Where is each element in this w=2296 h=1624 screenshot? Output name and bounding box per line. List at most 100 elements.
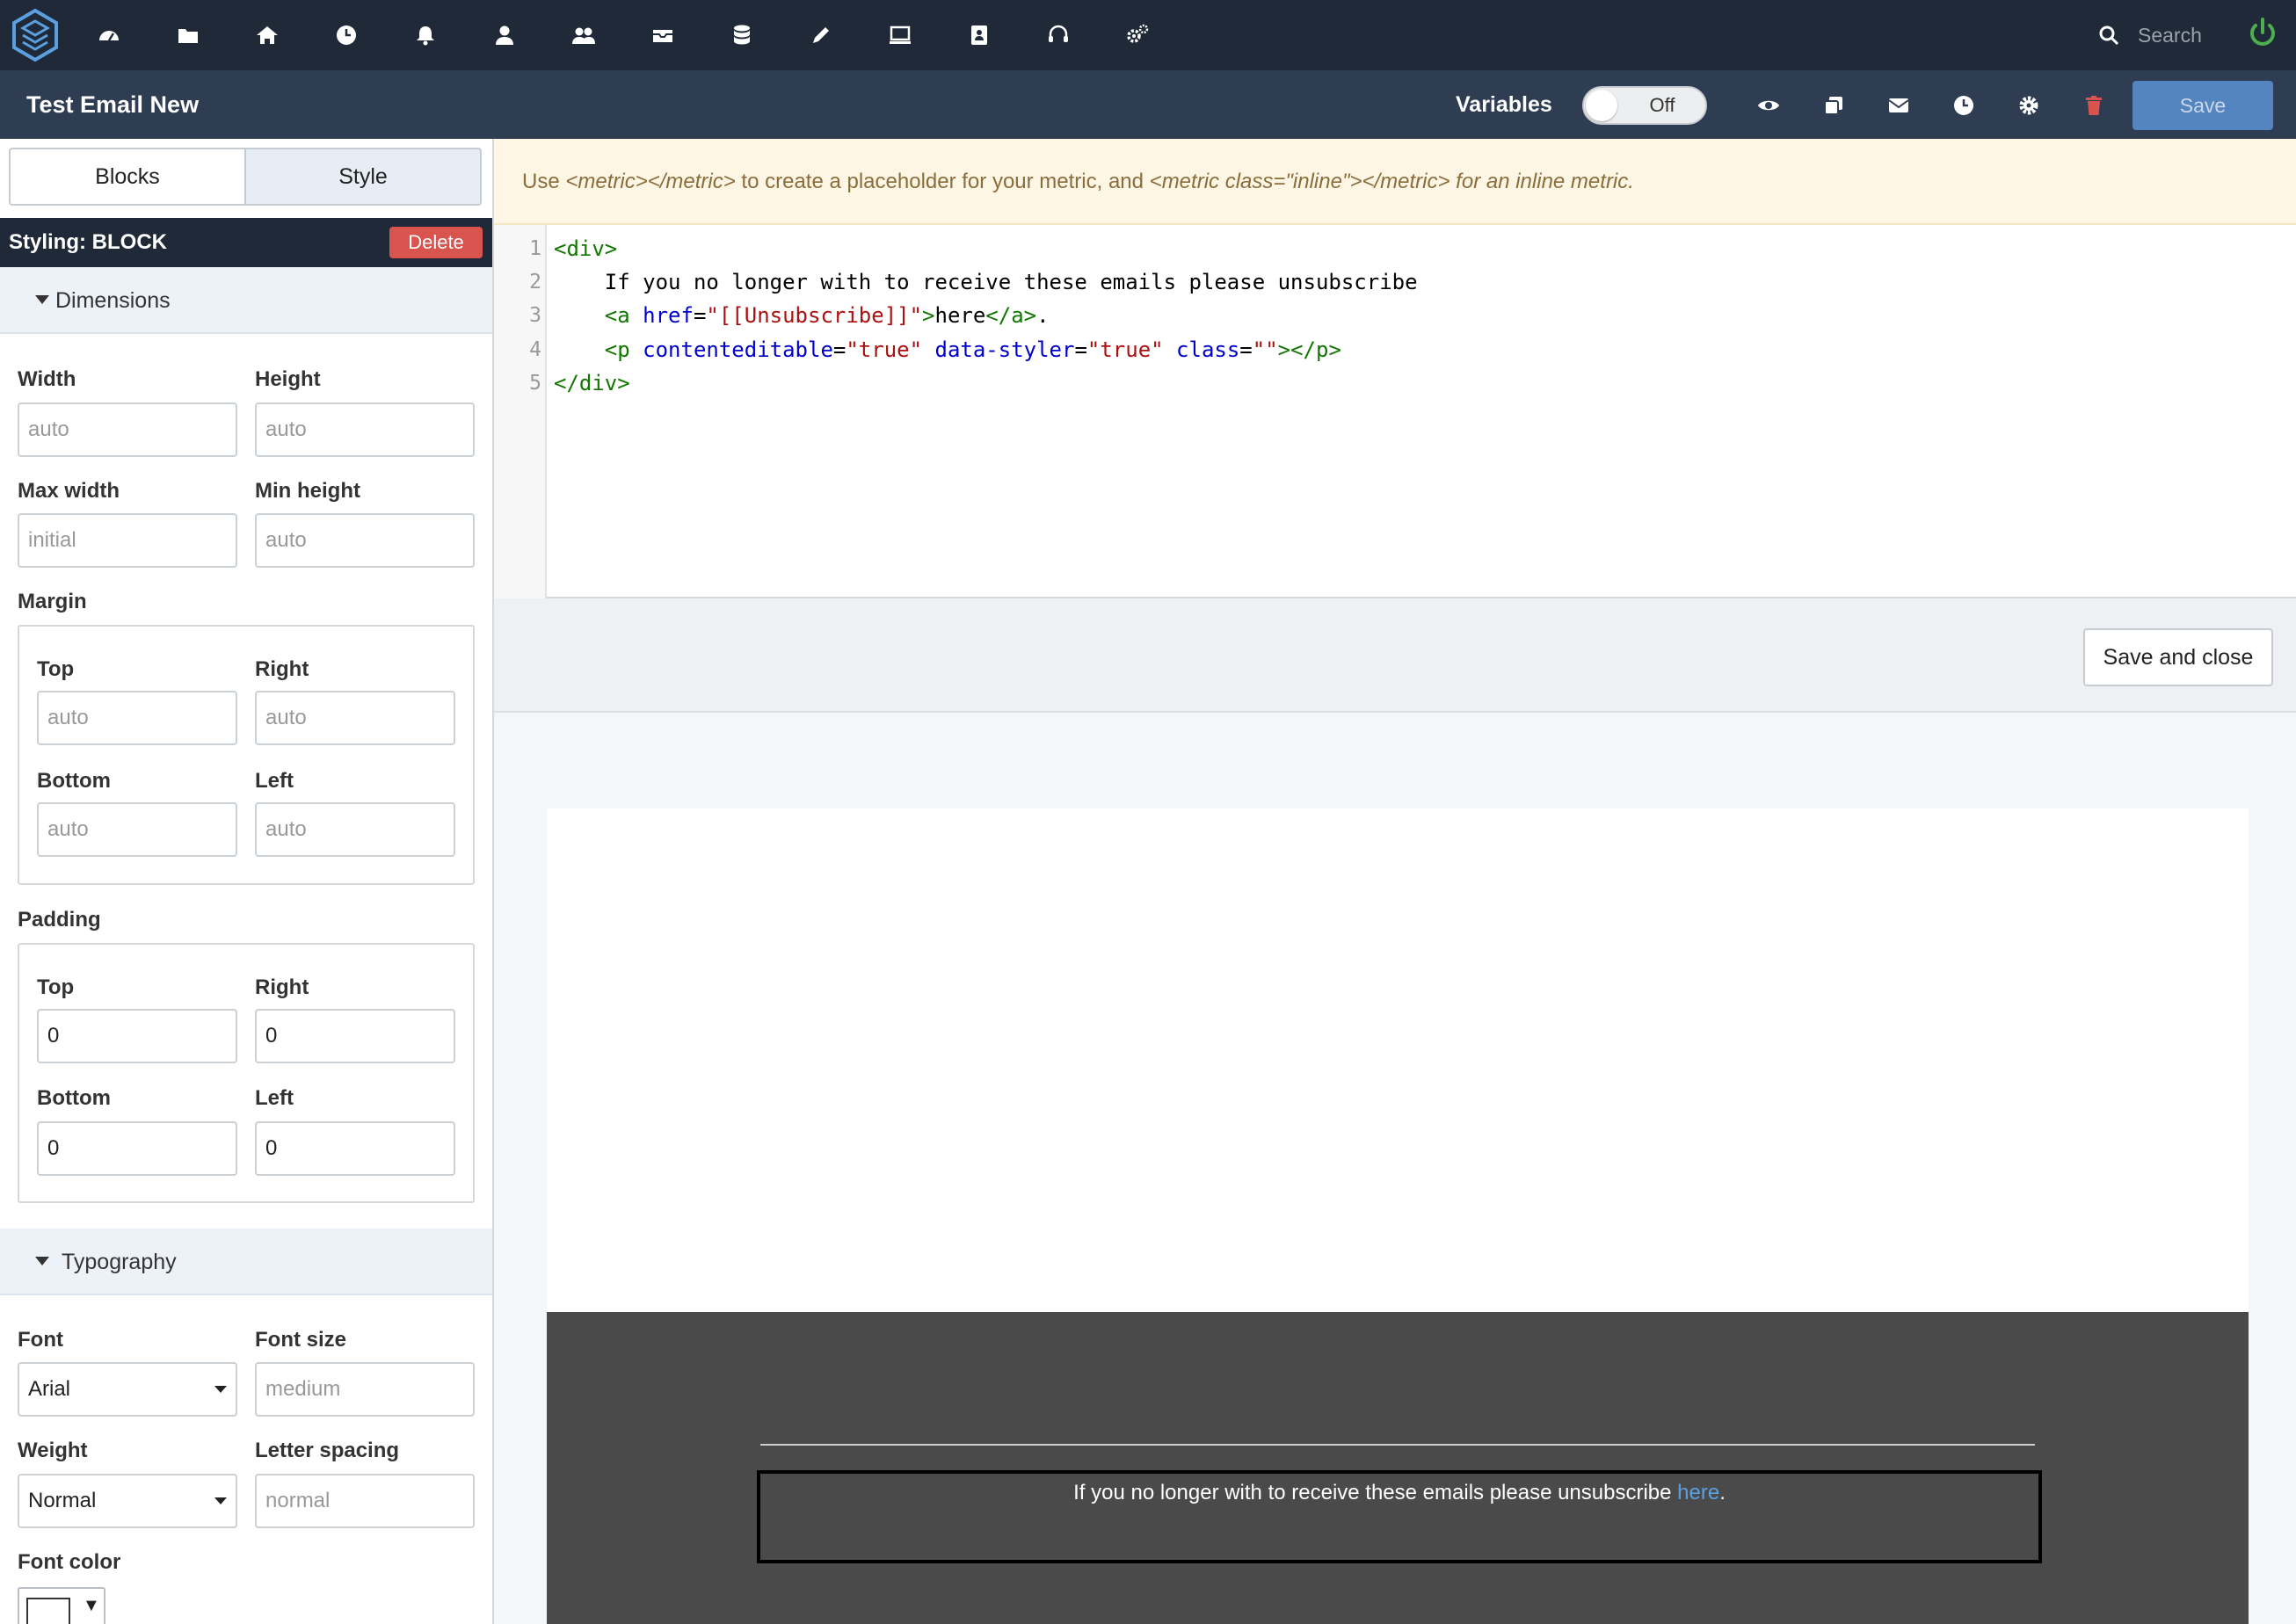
user-icon[interactable]	[489, 19, 520, 51]
selected-block[interactable]: If you no longer with to receive these e…	[757, 1470, 2042, 1563]
notice-use: Use	[522, 170, 566, 193]
power-icon[interactable]	[2245, 16, 2280, 51]
caret-down-icon	[214, 1386, 227, 1393]
max-width-label: Max width	[18, 479, 120, 503]
code-token: href	[629, 303, 694, 328]
code-line: <div>	[554, 236, 617, 261]
code-editor[interactable]: 1 2 3 4 5 <div> If you no longer with to…	[494, 225, 2296, 598]
caret-down-icon	[35, 295, 49, 304]
unsubscribe-link[interactable]: here	[1677, 1481, 1719, 1504]
gear-icon[interactable]	[2013, 90, 2045, 121]
margin-left-input[interactable]: auto	[255, 802, 455, 857]
width-input[interactable]: auto	[18, 402, 237, 457]
tab-blocks[interactable]: Blocks	[9, 148, 246, 206]
email-footer-block[interactable]: If you no longer with to receive these e…	[547, 1312, 2249, 1624]
variables-toggle[interactable]: Off	[1582, 86, 1707, 125]
font-select[interactable]: Arial	[18, 1362, 237, 1417]
clock-icon[interactable]	[1948, 90, 1980, 121]
headset-icon[interactable]	[1043, 19, 1074, 51]
tray-icon[interactable]	[647, 19, 679, 51]
min-height-input[interactable]: auto	[255, 513, 475, 568]
weight-select-value: Normal	[28, 1489, 97, 1512]
eye-icon[interactable]	[1753, 90, 1784, 121]
code-line: </div>	[554, 371, 630, 395]
dimensions-section-header[interactable]: Dimensions	[0, 267, 492, 334]
save-and-close-button[interactable]: Save and close	[2083, 628, 2273, 686]
caret-down-icon	[35, 1257, 49, 1265]
code-token: ""	[1252, 337, 1278, 362]
top-nav: Search	[0, 0, 2296, 70]
style-sidebar: Blocks Style Styling: BLOCK Delete Dimen…	[0, 139, 494, 1624]
delete-button[interactable]: Delete	[389, 227, 483, 258]
width-label: Width	[18, 367, 76, 391]
font-size-input[interactable]: medium	[255, 1362, 475, 1417]
code-token: =	[1074, 337, 1087, 362]
users-icon[interactable]	[568, 19, 599, 51]
metric-notice: Use <metric></metric> to create a placeh…	[494, 139, 2296, 225]
padding-right-label: Right	[255, 975, 309, 999]
database-icon[interactable]	[726, 19, 758, 51]
padding-bottom-input[interactable]: 0	[37, 1121, 237, 1176]
save-button[interactable]: Save	[2133, 81, 2273, 130]
margin-left-label: Left	[255, 769, 294, 793]
padding-top-input[interactable]: 0	[37, 1009, 237, 1063]
caret-down-icon: ▼	[83, 1596, 100, 1615]
tab-style[interactable]: Style	[244, 148, 482, 206]
code-token: here	[934, 303, 986, 328]
notice-middle: to create a placeholder for your metric,…	[735, 170, 1150, 193]
margin-right-label: Right	[255, 657, 309, 681]
margin-bottom-input[interactable]: auto	[37, 802, 237, 857]
code-token: "true"	[1086, 337, 1164, 362]
search-box[interactable]: Search	[2097, 19, 2202, 51]
code-token: </a>	[985, 303, 1037, 328]
search-placeholder: Search	[2138, 23, 2202, 47]
code-token: <a	[604, 303, 630, 328]
dashboard-icon[interactable]	[93, 19, 125, 51]
app-logo[interactable]	[9, 7, 62, 63]
email-content-block[interactable]	[547, 808, 2249, 1312]
typography-section-header[interactable]: Typography	[0, 1229, 492, 1295]
margin-right-input[interactable]: auto	[255, 691, 455, 745]
line-number: 4	[529, 338, 541, 361]
code-token: </div>	[554, 371, 630, 395]
code-line: If you no longer with to receive these e…	[554, 270, 1418, 294]
code-token: class	[1163, 337, 1240, 362]
address-book-icon[interactable]	[963, 19, 995, 51]
margin-top-label: Top	[37, 657, 75, 681]
styling-label: Styling: BLOCK	[9, 230, 167, 254]
height-input[interactable]: auto	[255, 402, 475, 457]
max-width-input[interactable]: initial	[18, 513, 237, 568]
home-icon[interactable]	[251, 19, 283, 51]
font-select-value: Arial	[28, 1377, 71, 1401]
line-number: 2	[529, 271, 541, 294]
folder-icon[interactable]	[172, 19, 204, 51]
padding-right-input[interactable]: 0	[255, 1009, 455, 1063]
cogs-icon[interactable]	[1122, 19, 1153, 51]
code-token: <p	[604, 337, 630, 362]
weight-select[interactable]: Normal	[18, 1474, 237, 1528]
letter-spacing-input[interactable]: normal	[255, 1474, 475, 1528]
bell-icon[interactable]	[410, 19, 441, 51]
weight-label: Weight	[18, 1439, 88, 1462]
envelope-icon[interactable]	[1883, 90, 1915, 121]
clock-icon[interactable]	[331, 19, 362, 51]
toggle-knob	[1586, 90, 1617, 121]
margin-top-input[interactable]: auto	[37, 691, 237, 745]
notice-inline-tag: <metric class="inline"></metric>	[1149, 170, 1450, 193]
monitor-icon[interactable]	[884, 19, 916, 51]
font-color-picker[interactable]: ▼	[18, 1587, 105, 1624]
code-token: .	[1036, 303, 1050, 328]
pencil-icon[interactable]	[805, 19, 837, 51]
font-size-label: Font size	[255, 1328, 347, 1352]
editor-action-bar: Save and close	[494, 598, 2296, 713]
font-label: Font	[18, 1328, 63, 1352]
caret-down-icon	[214, 1497, 227, 1504]
code-token: data-styler	[922, 337, 1075, 362]
code-token: =	[693, 303, 707, 328]
height-label: Height	[255, 367, 321, 391]
padding-left-input[interactable]: 0	[255, 1121, 455, 1176]
trash-icon[interactable]	[2078, 90, 2110, 121]
copy-icon[interactable]	[1818, 90, 1849, 121]
